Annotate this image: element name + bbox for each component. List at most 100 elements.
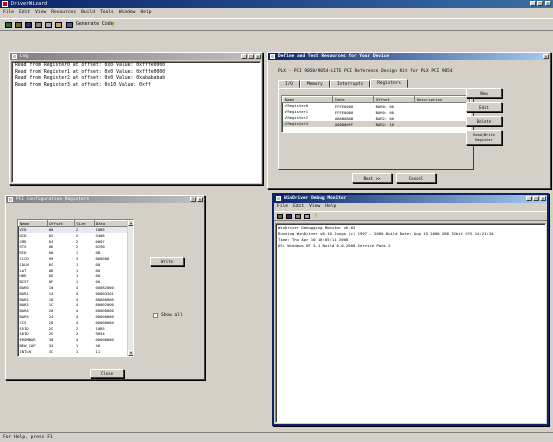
open-icon[interactable] (15, 22, 22, 28)
write-button[interactable]: Write (150, 257, 184, 266)
menu-file[interactable]: File (3, 9, 14, 16)
debug-settings-icon[interactable] (304, 214, 310, 219)
log-titlebar[interactable]: Log _ □ × (10, 53, 262, 60)
save-icon[interactable] (25, 22, 32, 28)
debug-line: OS: Windows NT 5.1 Build 0.0.2600 Servic… (278, 243, 391, 248)
pci-cell: INTLN (19, 348, 31, 354)
debug-help-icon[interactable]: ? (314, 212, 318, 221)
cut-icon[interactable] (35, 22, 42, 28)
generate-code-button[interactable]: Generate Code (76, 21, 114, 29)
debug-title: WinDriver Debug Monitor (284, 196, 347, 201)
debug-close-button[interactable]: × (540, 196, 546, 201)
app-titlebar: DriverWizard _ □ × (0, 0, 553, 8)
log-close-button[interactable]: × (255, 54, 261, 59)
maximize-button[interactable]: □ (537, 1, 543, 6)
read-write-register-button[interactable]: Read/Write Register (466, 130, 502, 145)
register-name: Register3 (287, 121, 309, 126)
resources-titlebar[interactable]: Define and Test Resources for Your Devic… (268, 53, 550, 60)
next-button[interactable]: Next >> (352, 173, 392, 183)
debug-menu-help[interactable]: Help (325, 203, 336, 211)
registers-list[interactable]: Name Data Offset Description ✔Register0 FFFE… (281, 95, 471, 133)
status-bar: For Help, press F1 (0, 432, 553, 442)
tab-io[interactable]: I/O (278, 80, 300, 88)
minimize-button[interactable]: _ (530, 1, 536, 6)
delete-button[interactable]: Delete (466, 116, 502, 126)
register-desc-cell (414, 121, 469, 127)
show-all-checkbox[interactable] (153, 313, 158, 318)
menu-window[interactable]: Window (119, 9, 136, 16)
new-button[interactable]: New (466, 88, 502, 98)
pci-help-button[interactable]: ? (190, 197, 196, 202)
debug-toolbar: ? (274, 211, 547, 221)
app-icon (2, 1, 8, 7)
show-all-label: Show all (161, 313, 183, 318)
menu-tools[interactable]: Tools (100, 9, 114, 16)
tab-registers[interactable]: Registers (370, 79, 409, 88)
log-title: Log (20, 54, 29, 59)
debug-menu-view[interactable]: View (309, 203, 320, 211)
resources-title: Define and Test Resources for Your Devic… (278, 54, 390, 59)
status-text: For Help, press F1 (3, 435, 53, 440)
debug-menu-edit[interactable]: Edit (293, 203, 304, 211)
pci-cell: 1 (75, 348, 79, 354)
resource-tabs: I/O Memory Interrupts Registers (278, 79, 409, 88)
debug-menu-file[interactable]: File (277, 203, 288, 211)
paste-icon[interactable] (55, 22, 62, 28)
debug-menu-bar: File Edit View Help (274, 203, 547, 211)
cancel-button[interactable]: Cancel (396, 173, 436, 183)
generate-code-icon[interactable] (66, 22, 73, 28)
debug-open-icon[interactable] (277, 214, 283, 219)
debug-titlebar[interactable]: WinDriver Debug Monitor _ □ × (274, 195, 547, 203)
register-name: Register2 (287, 115, 309, 120)
close-dialog-button[interactable]: Close (90, 369, 124, 378)
pci-window-icon (8, 197, 13, 202)
menu-build[interactable]: Build (81, 9, 95, 16)
register-offset-cell: BAR2: 10 (375, 121, 394, 127)
debug-monitor-window: WinDriver Debug Monitor _ □ × File Edit Vi… (272, 193, 549, 426)
log-line: Read from Register3 at offset: 0x10 Valu… (15, 82, 151, 88)
app-title: DriverWizard (11, 1, 48, 7)
edit-button[interactable]: Edit (466, 102, 502, 112)
log-maximize-button[interactable]: □ (248, 54, 254, 59)
log-window: Log _ □ × Read from Register0 at offset:… (9, 52, 263, 185)
register-data-cell: 000000FF (334, 121, 354, 127)
debug-maximize-button[interactable]: □ (533, 196, 539, 201)
log-window-icon (12, 54, 17, 59)
pci-table-scrollbar[interactable]: ▲ ▼ (127, 220, 133, 356)
menu-resources[interactable]: Resources (51, 9, 76, 16)
pci-cell: 11 (95, 348, 101, 354)
menu-view[interactable]: View (35, 9, 46, 16)
register-name-cell: ✔Register3 (283, 121, 333, 127)
pci-close-button[interactable]: × (197, 197, 203, 202)
debug-save-icon[interactable] (286, 214, 292, 219)
help-icon[interactable]: ? (111, 21, 115, 29)
copy-icon[interactable] (45, 22, 52, 28)
menu-bar: File Edit View Resources Build Tools Window Hel… (0, 9, 553, 16)
debug-minimize-button[interactable]: _ (526, 196, 532, 201)
new-icon[interactable] (5, 22, 12, 28)
device-description: PLX - PCI 9050/9054-LITE PCI Reference D… (278, 69, 453, 74)
resources-close-button[interactable]: × (543, 54, 549, 59)
pci-titlebar[interactable]: PCI Configuration Registers ? × (6, 196, 204, 203)
menu-help[interactable]: Help (140, 9, 151, 16)
table-row[interactable]: ✔Register3 000000FF BAR2: 10 (282, 121, 470, 127)
debug-clear-icon[interactable] (295, 214, 301, 219)
debug-output[interactable]: WinDriver Debugging Monitor v6.02 Runnin… (275, 223, 546, 423)
tab-interrupts[interactable]: Interrupts (329, 80, 371, 88)
pci-title: PCI Configuration Registers (16, 197, 90, 202)
pci-register-table[interactable]: Name Offset Size Data VID 00 2 10B5 DID 02 2 5406 C… (17, 219, 134, 357)
debug-window-icon (276, 196, 281, 201)
table-row[interactable]: INTLN 3C 1 11 (19, 349, 128, 355)
tab-panel: Name Data Offset Description ✔Register0 FFFE… (278, 88, 474, 170)
menu-edit[interactable]: Edit (19, 9, 30, 16)
log-text-area[interactable]: Read from Register0 at offset: 0x0 Value… (11, 61, 261, 183)
toolbar: Generate Code ? (0, 18, 553, 31)
log-minimize-button[interactable]: _ (241, 54, 247, 59)
close-button[interactable]: × (545, 1, 551, 6)
tab-memory[interactable]: Memory (299, 80, 330, 88)
register-name: Register1 (287, 109, 309, 114)
resources-window-icon (270, 54, 275, 59)
register-name: Register0 (287, 103, 309, 108)
pci-config-window: PCI Configuration Registers ? × Name Offs… (5, 195, 205, 380)
pci-cell: 3C (48, 348, 54, 354)
